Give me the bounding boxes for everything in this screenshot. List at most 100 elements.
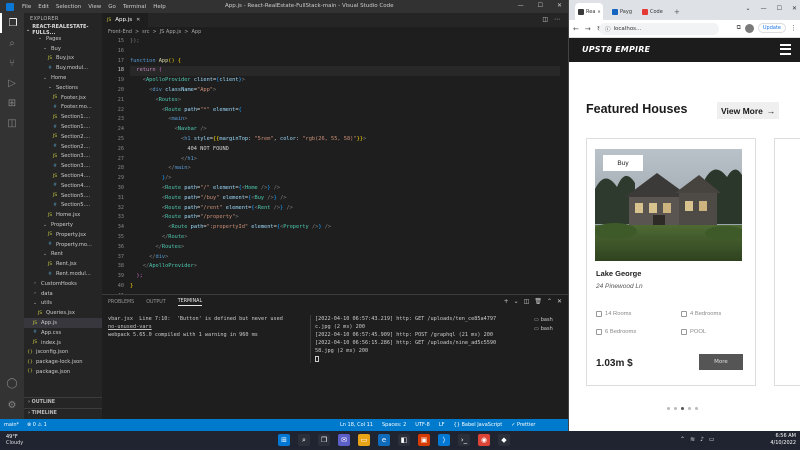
folder-item[interactable]: ⌄ Property [24,220,102,230]
file-item[interactable]: # Section4.... [24,181,102,191]
property-card-next[interactable] [774,138,800,386]
file-item[interactable]: # Section5.... [24,201,102,211]
account-icon[interactable]: ◯ [0,373,24,393]
panel-tab-output[interactable]: OUTPUT [146,300,166,305]
browser-tab[interactable]: Code [639,3,667,20]
folder-item[interactable]: ⌄ Home [24,73,102,83]
menu-item-edit[interactable]: Edit [38,4,49,10]
project-root[interactable]: ⌄ REACT-REALESTATE-FULLS... [24,24,102,36]
file-item[interactable]: {} package.json [24,367,102,377]
minimize-icon[interactable]: — [518,2,524,9]
forward-icon[interactable]: → [585,25,591,33]
folder-item[interactable]: ⌄ Rent [24,250,102,260]
chevron-up-icon[interactable]: ⌃ [680,436,685,443]
folder-item[interactable]: ⌄ Sections [24,83,102,93]
property-card[interactable]: Buy Lake George 24 Pinewood Ln 14 Rooms … [586,138,756,386]
chevron-down-icon[interactable]: ⌄ [746,5,751,12]
file-item[interactable]: JS Section3.... [24,152,102,162]
file-item[interactable]: JS Home.jsx [24,210,102,220]
menu-kebab-icon[interactable]: ⋮ [790,24,797,32]
file-explorer-icon[interactable]: ▭ [358,434,370,446]
folder-item[interactable]: › CustomHooks [24,279,102,289]
file-item[interactable]: # Footer.mo... [24,103,102,113]
panel-tab-problems[interactable]: PROBLEMS [108,300,134,305]
breadcrumb-item[interactable]: src [142,29,149,35]
menu-item-view[interactable]: View [88,4,101,10]
status-item[interactable]: LF [439,422,445,428]
file-item[interactable]: # Buy.modul... [24,63,102,73]
extensions-icon[interactable]: ⧉ [737,24,741,32]
file-item[interactable]: JS Section2.... [24,132,102,142]
status-item[interactable]: Ln 18, Col 11 [340,422,373,428]
new-terminal-icon[interactable]: + [504,298,509,305]
carousel-dot[interactable] [681,407,684,410]
breadcrumb-item[interactable]: Front-End [108,29,132,35]
file-item[interactable]: JS Queries.jsx [24,308,102,318]
file-item[interactable]: JS Section5.... [24,191,102,201]
settings-gear-icon[interactable]: ⚙ [0,395,24,415]
search-icon[interactable]: ⌕ [298,434,310,446]
status-item[interactable]: Spaces: 2 [382,422,406,428]
remote-explorer-icon[interactable]: ◫ [0,113,24,133]
close-panel-icon[interactable]: ✕ [557,298,562,305]
tab-app-js[interactable]: JS App.js ✕ [102,13,148,27]
minimize-icon[interactable]: — [761,5,767,12]
site-logo[interactable]: UPST8 EMPIRE [582,45,650,54]
more-button[interactable]: More [699,354,743,370]
office-icon[interactable]: ▣ [418,434,430,446]
file-item[interactable]: JS Buy.jsx [24,54,102,64]
carousel-dot[interactable] [695,407,698,410]
tab-close-icon[interactable]: ✕ [136,17,140,23]
back-icon[interactable]: ← [573,25,579,33]
file-item[interactable]: {} package-lock.json [24,357,102,367]
hamburger-menu-icon[interactable] [780,44,791,55]
outline-section[interactable]: › OUTLINE [24,397,102,406]
folder-item[interactable]: ⌄ Buy [24,44,102,54]
carousel-dot[interactable] [667,407,670,410]
file-item[interactable]: {} jsconfig.json [24,348,102,358]
code-area[interactable]: }); function App() { return ( <ApolloProv… [130,37,560,294]
carousel-dot[interactable] [688,407,691,410]
wifi-icon[interactable]: ≋ [690,436,695,443]
browser-tab-active[interactable]: Rea ✕ [575,3,603,20]
file-item[interactable]: JS Rent.jsx [24,259,102,269]
folder-item[interactable]: › data [24,289,102,299]
menu-item-file[interactable]: File [22,4,31,10]
source-control-icon[interactable]: ⑂ [0,53,24,73]
extensions-icon[interactable]: ⊞ [0,93,24,113]
info-icon[interactable]: ⓘ [605,25,611,33]
menu-item-selection[interactable]: Selection [56,4,81,10]
terminal-right[interactable]: [2022-04-10 06:57:43.219] http: GET /upl… [310,315,510,363]
file-item[interactable]: JS index.js [24,338,102,348]
breadcrumb-item[interactable]: JS App.js [160,29,182,35]
more-actions-icon[interactable]: ⋯ [554,16,560,23]
folder-item[interactable]: ⌄ utils [24,299,102,309]
chrome-taskbar-icon[interactable]: ◉ [478,434,490,446]
maximize-icon[interactable]: ☐ [538,2,543,9]
timeline-section[interactable]: › TIMELINE [24,408,102,417]
view-more-button[interactable]: View More → [717,102,780,119]
maximize-icon[interactable]: ☐ [777,5,782,12]
battery-icon[interactable]: ▭ [709,436,715,443]
terminal-instance[interactable]: ▭ bash [534,315,564,324]
panel-tab-terminal[interactable]: TERMINAL [177,299,203,306]
status-item[interactable]: ✓ Prettier [511,422,535,428]
url-bar[interactable]: ⓘ localhos... [599,23,719,35]
new-tab-button[interactable]: + [671,3,681,20]
run-debug-icon[interactable]: ▷ [0,73,24,93]
terminal-left[interactable]: vbar.jsx Line 7:10: 'Button' is defined … [108,315,304,339]
status-item[interactable]: {} Babel JavaScript [454,422,503,428]
file-item[interactable]: JS Property.jsx [24,230,102,240]
start-icon[interactable]: ⊞ [278,434,290,446]
file-item[interactable]: # Rent.modul... [24,269,102,279]
code-editor[interactable]: 15 16 17 18 19 20 21 22 23 24 25 26 27 28 29 30 31 32 33 34… [102,37,568,294]
app-taskbar-icon[interactable]: ◆ [498,434,510,446]
menu-item-terminal[interactable]: Terminal [123,4,146,10]
close-icon[interactable]: ✕ [792,5,797,12]
close-icon[interactable]: ✕ [557,2,562,9]
volume-icon[interactable]: ♪ [700,436,704,443]
update-button[interactable]: Update [757,23,786,33]
file-item[interactable]: # App.css [24,328,102,338]
split-terminal-icon[interactable]: ◫ [524,298,530,305]
browser-tab[interactable]: Payg [609,3,635,20]
